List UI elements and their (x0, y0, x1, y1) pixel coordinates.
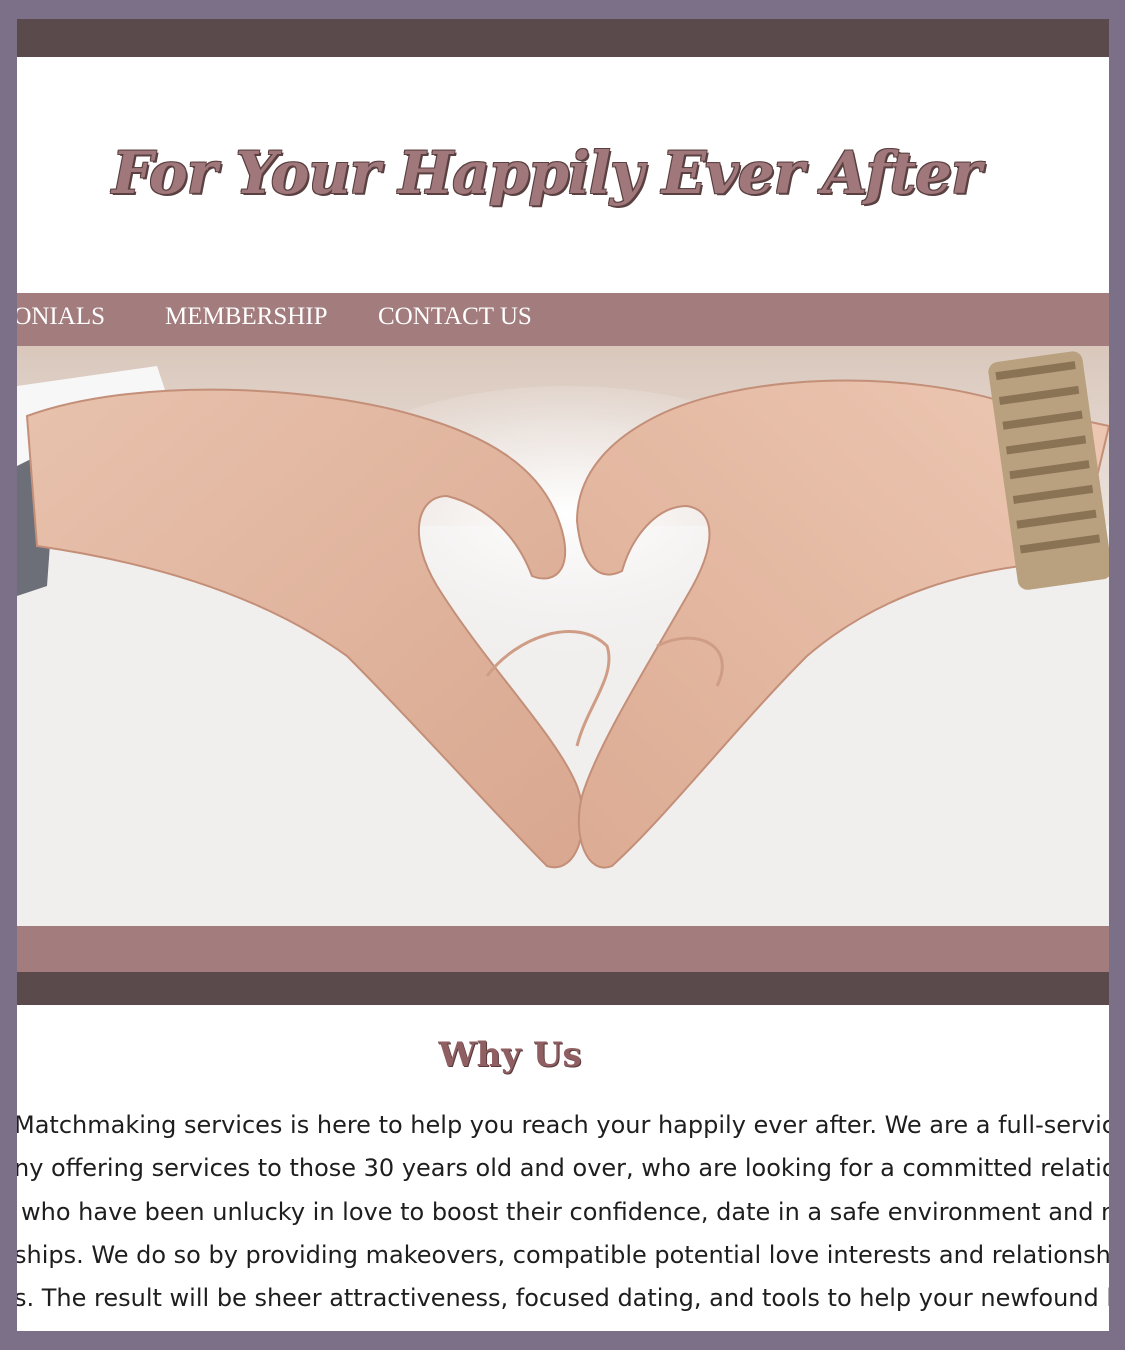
nav-item-membership[interactable]: MEMBERSHIP (165, 303, 328, 331)
heart-hands-image (17, 346, 1109, 926)
pink-divider (17, 926, 1109, 972)
site-header: For Your Happily Ever After (17, 57, 1109, 293)
why-us-heading: Why Us (438, 1035, 582, 1075)
nav-item-contact-us[interactable]: CONTACT US (378, 303, 532, 331)
paragraph-line: ships. We do so by providing makeovers, … (17, 1241, 1109, 1269)
paragraph-line: who have been unlucky in love to boost t… (21, 1198, 1109, 1226)
site-title[interactable]: For Your Happily Ever After (112, 139, 982, 207)
top-bar (17, 19, 1109, 57)
nav-item-testimonials[interactable]: IONIALS (17, 303, 105, 331)
dark-divider (17, 972, 1109, 1005)
paragraph-line: Matchmaking services is here to help you… (17, 1111, 1109, 1139)
main-nav: IONIALS MEMBERSHIP CONTACT US (17, 293, 1109, 346)
paragraph-line: ny offering services to those 30 years o… (17, 1154, 1109, 1182)
page-frame: For Your Happily Ever After IONIALS MEMB… (17, 19, 1109, 1331)
heart-hands-illustration (17, 351, 1109, 926)
paragraph-line: s. The result will be sheer attractivene… (17, 1284, 1109, 1312)
